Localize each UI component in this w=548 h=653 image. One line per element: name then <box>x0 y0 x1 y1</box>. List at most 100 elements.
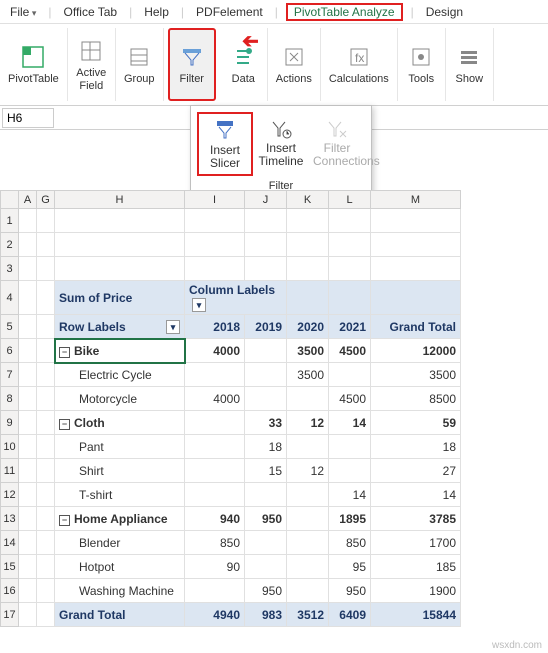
cell[interactable]: 3500 <box>287 363 329 387</box>
worksheet[interactable]: A G H I J K L M 1 2 3 4 Sum of Price Col… <box>0 190 548 627</box>
row-header[interactable]: 14 <box>1 531 19 555</box>
cell[interactable]: 950 <box>245 579 287 603</box>
ribbon-pivottable[interactable]: PivotTable <box>0 28 68 101</box>
col-header-I[interactable]: I <box>185 191 245 209</box>
cell[interactable]: 850 <box>185 531 245 555</box>
ribbon-actions[interactable]: Actions <box>268 28 321 101</box>
col-2019[interactable]: 2019 <box>245 315 287 339</box>
row-header[interactable]: 4 <box>1 281 19 315</box>
row-header[interactable]: 2 <box>1 233 19 257</box>
cell[interactable]: 983 <box>245 603 287 627</box>
row-header[interactable]: 9 <box>1 411 19 435</box>
cell[interactable]: 4500 <box>329 339 371 363</box>
cell[interactable]: 59 <box>371 411 461 435</box>
cell[interactable]: 950 <box>245 507 287 531</box>
name-box[interactable] <box>2 108 54 128</box>
cell[interactable]: 3500 <box>371 363 461 387</box>
row-header[interactable]: 17 <box>1 603 19 627</box>
select-all[interactable] <box>1 191 19 209</box>
col-header-L[interactable]: L <box>329 191 371 209</box>
cell[interactable]: 8500 <box>371 387 461 411</box>
row-header[interactable]: 15 <box>1 555 19 579</box>
cell[interactable]: 18 <box>371 435 461 459</box>
col-header-K[interactable]: K <box>287 191 329 209</box>
cell[interactable]: 4940 <box>185 603 245 627</box>
cell[interactable]: 15 <box>245 459 287 483</box>
cell[interactable]: 3512 <box>287 603 329 627</box>
col-2021[interactable]: 2021 <box>329 315 371 339</box>
pivot-row[interactable]: Pant <box>55 435 185 459</box>
ribbon-active-field[interactable]: Active Field <box>68 28 116 101</box>
row-header[interactable]: 12 <box>1 483 19 507</box>
col-header-H[interactable]: H <box>55 191 185 209</box>
cell[interactable]: 6409 <box>329 603 371 627</box>
pivot-row-homeappliance[interactable]: −Home Appliance <box>55 507 185 531</box>
insert-timeline-button[interactable]: Insert Timeline <box>253 112 309 176</box>
ribbon-group[interactable]: Group <box>116 28 164 101</box>
cell[interactable]: 3785 <box>371 507 461 531</box>
pivot-rowlabels[interactable]: Row Labels▾ <box>55 315 185 339</box>
pivot-row[interactable]: Electric Cycle <box>55 363 185 387</box>
row-header[interactable]: 11 <box>1 459 19 483</box>
ribbon-tools[interactable]: Tools <box>398 28 446 101</box>
pivot-row-cloth[interactable]: −Cloth <box>55 411 185 435</box>
collapse-icon[interactable]: − <box>59 347 70 358</box>
col-grandtotal[interactable]: Grand Total <box>371 315 461 339</box>
pivot-row[interactable]: Motorcycle <box>55 387 185 411</box>
row-header[interactable]: 1 <box>1 209 19 233</box>
cell[interactable]: 12 <box>287 411 329 435</box>
cell[interactable]: 4000 <box>185 339 245 363</box>
tab-design[interactable]: Design <box>422 3 467 21</box>
cell[interactable]: 12 <box>287 459 329 483</box>
col-header-G[interactable]: G <box>37 191 55 209</box>
cell[interactable]: 1700 <box>371 531 461 555</box>
cell[interactable]: 18 <box>245 435 287 459</box>
row-header[interactable]: 10 <box>1 435 19 459</box>
collapse-icon[interactable]: − <box>59 515 70 526</box>
cell[interactable]: 90 <box>185 555 245 579</box>
col-2018[interactable]: 2018 <box>185 315 245 339</box>
pivot-row[interactable]: Blender <box>55 531 185 555</box>
pivot-row[interactable]: Washing Machine <box>55 579 185 603</box>
dropdown-icon[interactable]: ▾ <box>192 298 206 312</box>
cell[interactable]: 940 <box>185 507 245 531</box>
cell[interactable]: 14 <box>371 483 461 507</box>
cell[interactable]: 14 <box>329 411 371 435</box>
menu-file[interactable]: File <box>6 3 40 21</box>
dropdown-icon[interactable]: ▾ <box>166 320 180 334</box>
cell[interactable]: 95 <box>329 555 371 579</box>
row-header[interactable]: 13 <box>1 507 19 531</box>
cell[interactable]: 12000 <box>371 339 461 363</box>
row-header[interactable]: 7 <box>1 363 19 387</box>
col-header-M[interactable]: M <box>371 191 461 209</box>
pivot-row[interactable]: Shirt <box>55 459 185 483</box>
col-header-J[interactable]: J <box>245 191 287 209</box>
menu-officetab[interactable]: Office Tab <box>60 3 122 21</box>
pivot-row-bike[interactable]: −Bike <box>55 339 185 363</box>
cell[interactable]: 15844 <box>371 603 461 627</box>
col-header-A[interactable]: A <box>19 191 37 209</box>
cell[interactable]: 27 <box>371 459 461 483</box>
cell[interactable]: 1900 <box>371 579 461 603</box>
menu-pdfelement[interactable]: PDFelement <box>192 3 267 21</box>
cell[interactable]: 3500 <box>287 339 329 363</box>
ribbon-filter[interactable]: Filter <box>168 28 216 101</box>
cell[interactable]: 14 <box>329 483 371 507</box>
pivot-grandtotal-row[interactable]: Grand Total <box>55 603 185 627</box>
pivot-sumofprice[interactable]: Sum of Price <box>55 281 185 315</box>
cell[interactable]: 850 <box>329 531 371 555</box>
cell[interactable]: 185 <box>371 555 461 579</box>
cell[interactable]: 4500 <box>329 387 371 411</box>
insert-slicer-button[interactable]: Insert Slicer <box>197 112 253 176</box>
collapse-icon[interactable]: − <box>59 419 70 430</box>
pivot-row[interactable]: T-shirt <box>55 483 185 507</box>
pivot-row[interactable]: Hotpot <box>55 555 185 579</box>
cell[interactable]: 4000 <box>185 387 245 411</box>
cell[interactable]: 950 <box>329 579 371 603</box>
row-header[interactable]: 16 <box>1 579 19 603</box>
cell[interactable]: 33 <box>245 411 287 435</box>
cell[interactable]: 1895 <box>329 507 371 531</box>
ribbon-calculations[interactable]: fx Calculations <box>321 28 398 101</box>
pivot-columnlabels[interactable]: Column Labels▾ <box>185 281 287 315</box>
tab-pivottable-analyze[interactable]: PivotTable Analyze <box>286 3 403 21</box>
